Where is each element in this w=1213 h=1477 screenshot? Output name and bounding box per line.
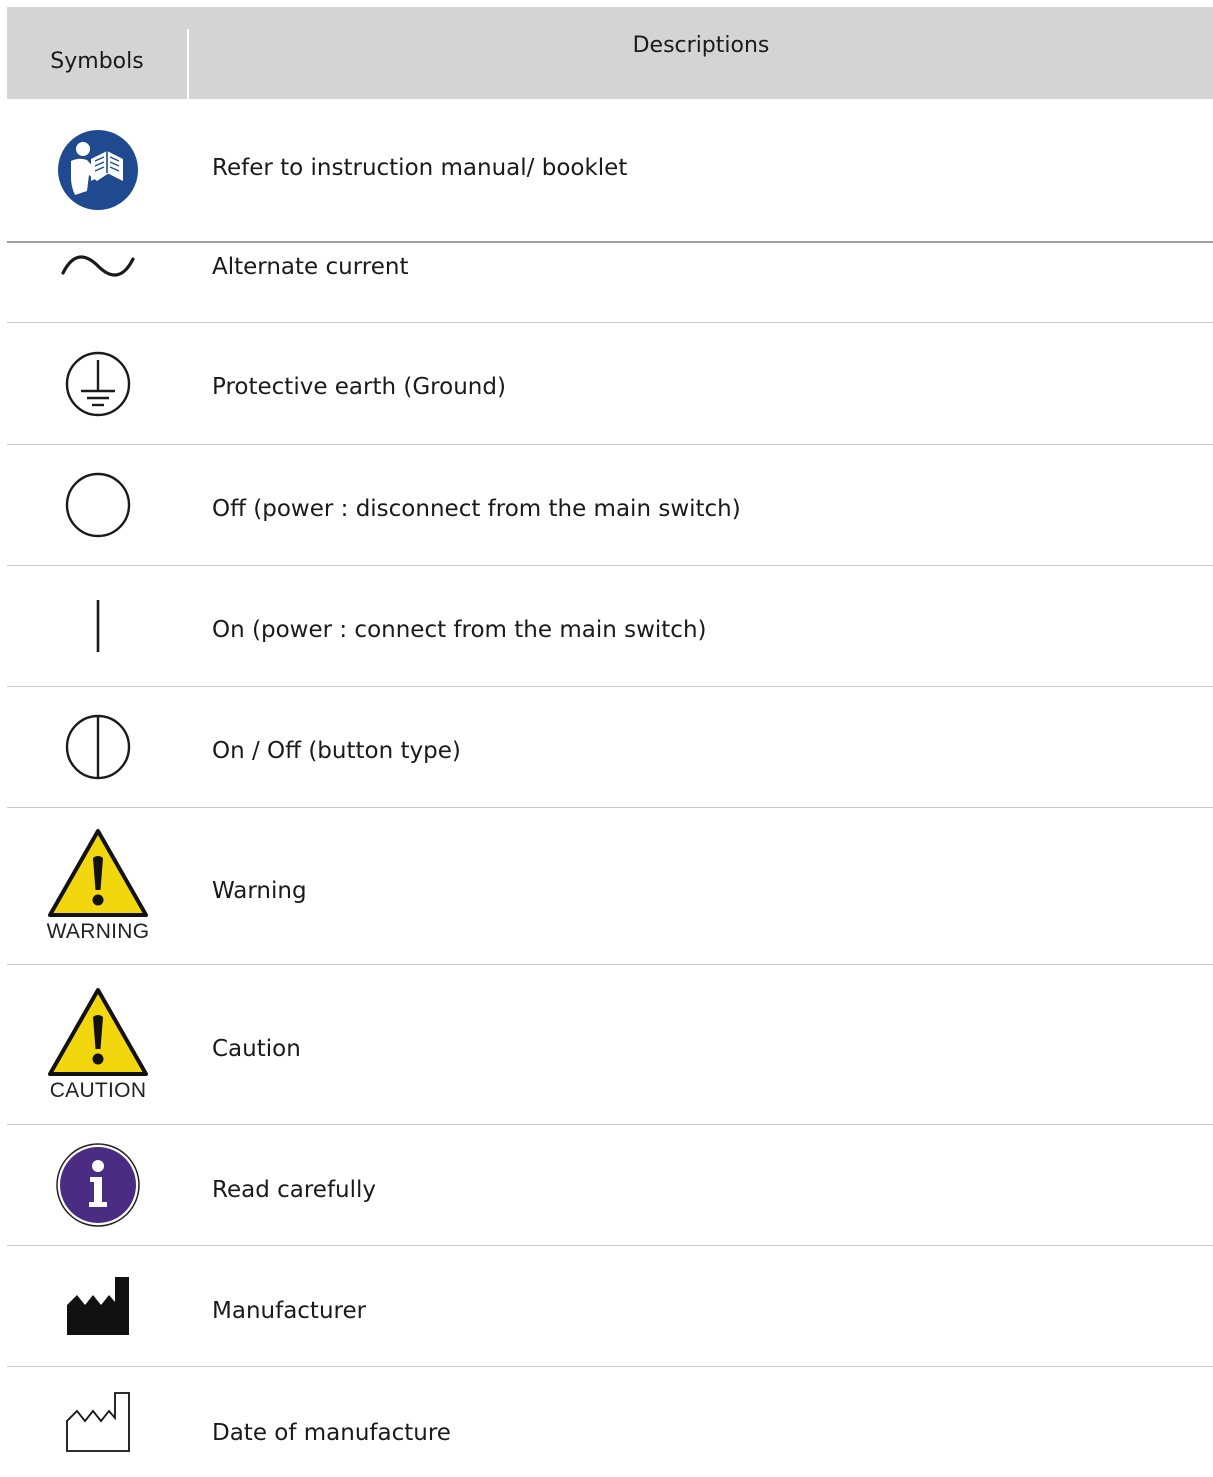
table-row: Alternate current	[7, 243, 1213, 323]
header-symbols: Symbols	[50, 49, 144, 74]
power-on-icon	[94, 598, 102, 654]
instruction-manual-icon	[57, 129, 139, 211]
warning-triangle-icon	[47, 828, 149, 918]
row-description: Warning	[212, 878, 307, 904]
manufacturer-icon	[65, 1275, 131, 1337]
row-description: On / Off (button type)	[212, 738, 461, 764]
table-row: Protective earth (Ground)	[7, 323, 1213, 445]
symbol-cell	[7, 1367, 189, 1477]
power-off-icon	[64, 471, 132, 539]
row-description: Manufacturer	[212, 1298, 367, 1324]
table-row: On / Off (button type)	[7, 687, 1213, 808]
symbol-cell	[7, 445, 189, 565]
table-header: Symbols Descriptions	[7, 7, 1213, 99]
alternating-current-icon	[60, 251, 136, 281]
symbols-table: Symbols Descriptions Refer to instructio…	[7, 7, 1213, 1477]
info-icon	[55, 1142, 141, 1228]
table-row: CAUTION Caution	[7, 965, 1213, 1125]
symbol-cell	[7, 1125, 189, 1245]
symbol-cell	[7, 1246, 189, 1366]
warning-caption: WARNING	[46, 920, 150, 943]
table-row: WARNING Warning	[7, 808, 1213, 965]
date-of-manufacture-icon	[65, 1391, 131, 1453]
symbol-cell	[7, 243, 189, 322]
table-row: Read carefully	[7, 1125, 1213, 1246]
row-description: On (power : connect from the main switch…	[212, 617, 707, 643]
table-row: Date of manufacture	[7, 1367, 1213, 1477]
table-row: Manufacturer	[7, 1246, 1213, 1367]
symbol-cell	[7, 323, 189, 444]
protective-earth-icon	[64, 350, 132, 418]
caution-triangle-icon	[47, 987, 149, 1077]
table-row: Refer to instruction manual/ booklet	[7, 99, 1213, 243]
row-description: Alternate current	[212, 254, 409, 280]
table-row: Off (power : disconnect from the main sw…	[7, 445, 1213, 566]
row-description: Caution	[212, 1036, 301, 1062]
row-description: Date of manufacture	[212, 1420, 451, 1446]
caution-caption: CAUTION	[49, 1078, 147, 1102]
row-description: Off (power : disconnect from the main sw…	[212, 496, 741, 522]
table-row: On (power : connect from the main switch…	[7, 566, 1213, 687]
symbol-cell	[7, 566, 189, 686]
symbol-cell: WARNING	[7, 808, 189, 964]
symbol-cell	[7, 99, 189, 241]
row-description: Read carefully	[212, 1177, 377, 1203]
symbol-cell: CAUTION	[7, 965, 189, 1124]
symbol-cell	[7, 687, 189, 807]
power-on-off-button-icon	[64, 713, 132, 781]
row-description: Protective earth (Ground)	[212, 374, 506, 400]
header-descriptions: Descriptions	[632, 33, 770, 58]
row-description: Refer to instruction manual/ booklet	[212, 155, 628, 181]
